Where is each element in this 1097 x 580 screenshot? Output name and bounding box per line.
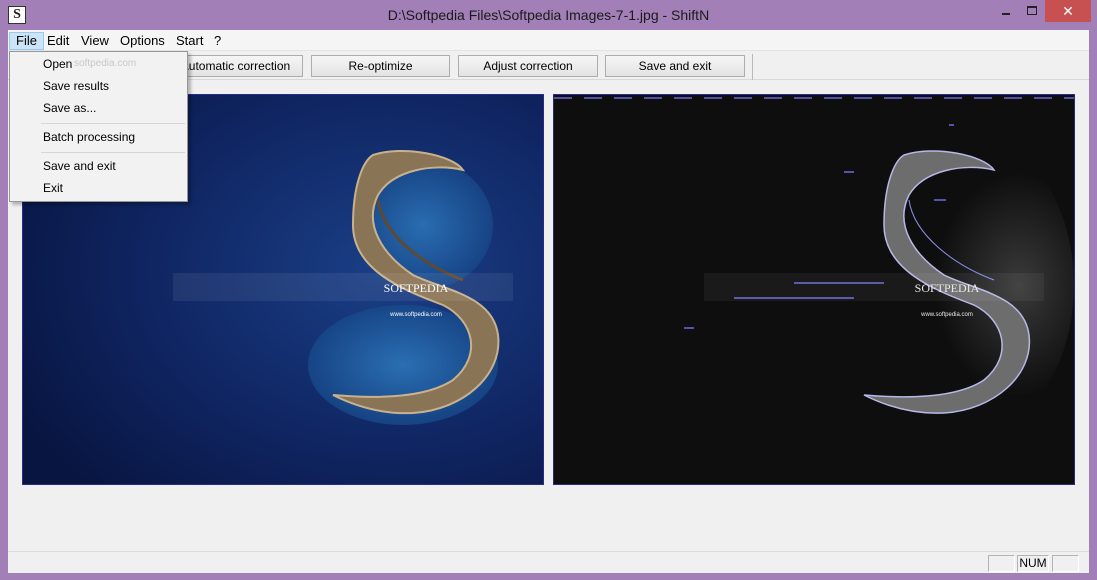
watermark-text: softpedia.com xyxy=(74,58,137,69)
file-menu-exit[interactable]: Exit xyxy=(11,178,186,198)
right-brand-text: SOFTPEDIA xyxy=(915,281,980,295)
automatic-correction-button[interactable]: Automatic correction xyxy=(168,55,303,77)
maximize-icon xyxy=(1027,6,1037,15)
left-brand-text: SOFTPEDIA xyxy=(384,281,449,295)
status-cell-scroll xyxy=(1052,555,1079,572)
save-and-exit-button[interactable]: Save and exit xyxy=(605,55,745,77)
menu-edit[interactable]: Edit xyxy=(41,32,75,50)
menu-help[interactable]: ? xyxy=(208,32,227,50)
status-num-indicator: NUM xyxy=(1017,555,1049,572)
right-url-text: www.softpedia.com xyxy=(920,312,973,318)
maximize-button[interactable] xyxy=(1019,0,1045,22)
status-cell-empty xyxy=(988,555,1015,572)
menu-view[interactable]: View xyxy=(75,32,115,50)
menu-options[interactable]: Options xyxy=(114,32,171,50)
menu-bar: File Edit View Options Start ? xyxy=(8,30,1089,51)
window-title: D:\Softpedia Files\Softpedia Images-7-1.… xyxy=(387,7,710,23)
status-bar: NUM xyxy=(8,551,1089,573)
menu-start[interactable]: Start xyxy=(170,32,209,50)
menu-separator xyxy=(41,152,185,153)
menu-file[interactable]: File xyxy=(9,32,44,50)
corrected-image: SOFTPEDIA www.softpedia.com xyxy=(554,95,1074,484)
left-url-text: www.softpedia.com xyxy=(389,312,442,318)
file-menu-dropdown: Open softpedia.com Save results Save as.… xyxy=(9,51,188,202)
file-menu-save-and-exit[interactable]: Save and exit xyxy=(11,156,186,176)
close-button[interactable]: ✕ xyxy=(1045,0,1091,22)
file-menu-batch-processing[interactable]: Batch processing xyxy=(11,127,186,147)
minimize-button[interactable] xyxy=(993,0,1019,22)
file-menu-save-as[interactable]: Save as... xyxy=(11,98,186,118)
close-icon: ✕ xyxy=(1062,3,1074,19)
file-menu-save-results[interactable]: Save results xyxy=(11,76,186,96)
toolbar-separator xyxy=(752,54,753,80)
menu-separator xyxy=(41,123,185,124)
reoptimize-button[interactable]: Re-optimize xyxy=(311,55,450,77)
shiftn-window: S D:\Softpedia Files\Softpedia Images-7-… xyxy=(0,0,1097,580)
adjust-correction-button[interactable]: Adjust correction xyxy=(458,55,598,77)
minimize-icon xyxy=(1002,13,1010,15)
title-bar[interactable]: S D:\Softpedia Files\Softpedia Images-7-… xyxy=(0,0,1097,30)
corrected-image-panel[interactable]: SOFTPEDIA www.softpedia.com xyxy=(553,94,1075,485)
